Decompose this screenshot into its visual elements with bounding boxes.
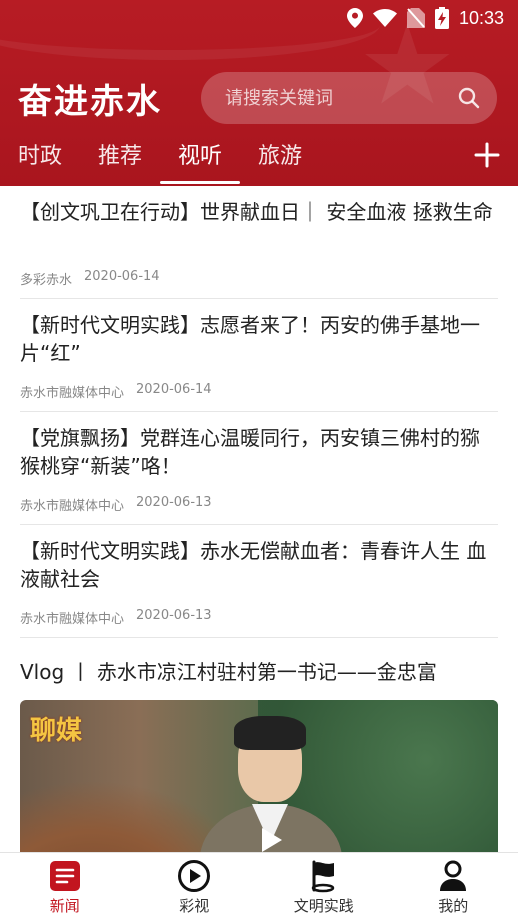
news-date: 2020-06-14	[136, 382, 212, 397]
play-circle-icon	[178, 860, 211, 892]
search-bar[interactable]	[201, 72, 497, 124]
video-title[interactable]: Vlog 丨 赤水市凉江村驻村第一书记——金忠富	[20, 658, 498, 686]
news-meta: 赤水市融媒体中心 2020-06-13	[20, 608, 498, 627]
tab-audiovisual[interactable]: 视听	[160, 138, 241, 186]
news-title[interactable]: 【创文巩卫在行动】世界献血日｜ 安全血液 拯救生命	[20, 198, 498, 254]
news-source: 赤水市融媒体中心	[20, 386, 125, 401]
news-list-item[interactable]: 【创文巩卫在行动】世界献血日｜ 安全血液 拯救生命 多彩赤水 2020-06-1…	[20, 186, 498, 299]
news-title[interactable]: 【新时代文明实践】赤水无偿献血者：青春许人生 血液献社会	[20, 537, 498, 593]
news-date: 2020-06-13	[136, 608, 212, 623]
add-tab-plus-icon[interactable]	[474, 142, 500, 168]
bottom-navigation: 新闻 彩视 文明实践 我的	[0, 852, 518, 922]
news-meta: 赤水市融媒体中心 2020-06-13	[20, 495, 498, 514]
wifi-icon	[372, 9, 397, 27]
tab-recommend[interactable]: 推荐	[80, 138, 160, 186]
search-icon[interactable]	[457, 86, 481, 110]
news-source: 多彩赤水	[20, 273, 73, 288]
news-list-item[interactable]: 【新时代文明实践】赤水无偿献血者：青春许人生 血液献社会 赤水市融媒体中心 20…	[20, 525, 498, 638]
news-meta: 赤水市融媒体中心 2020-06-14	[20, 382, 498, 401]
tab-politics[interactable]: 时政	[0, 138, 80, 186]
nav-profile[interactable]: 我的	[403, 859, 503, 916]
news-source: 赤水市融媒体中心	[20, 612, 125, 627]
flag-icon	[311, 860, 334, 893]
nav-profile-label: 我的	[438, 897, 469, 915]
clock-time: 10:33	[458, 7, 504, 28]
nav-news-label: 新闻	[49, 897, 80, 915]
app-header: ★ 10:33 奋进赤水 时政 推荐 视听 旅游	[0, 0, 518, 186]
news-source: 赤水市融媒体中心	[20, 499, 125, 514]
video-overlay-logo: 聊媒	[30, 716, 83, 746]
news-title[interactable]: 【新时代文明实践】志愿者来了！丙安的佛手基地一片“红”	[20, 311, 498, 367]
search-input[interactable]	[225, 87, 457, 109]
location-icon	[346, 8, 363, 28]
news-date: 2020-06-14	[84, 269, 160, 284]
video-thumbnail[interactable]: 聊媒	[20, 700, 498, 852]
nav-video[interactable]: 彩视	[144, 859, 244, 916]
nav-news[interactable]: 新闻	[15, 859, 115, 916]
news-icon	[49, 861, 80, 891]
news-title[interactable]: 【党旗飘扬】党群连心温暖同行，丙安镇三佛村的猕猴桃穿“新装”咯！	[20, 424, 498, 480]
video-list-item[interactable]: Vlog 丨 赤水市凉江村驻村第一书记——金忠富 聊媒	[20, 638, 498, 852]
nav-civilization[interactable]: 文明实践	[274, 859, 374, 916]
news-meta: 多彩赤水 2020-06-14	[20, 269, 498, 288]
tab-travel[interactable]: 旅游	[240, 138, 320, 186]
thumbnail-person-hair	[234, 716, 306, 750]
battery-charging-icon	[434, 7, 449, 29]
no-sim-icon	[406, 8, 425, 28]
app-title: 奋进赤水	[18, 82, 162, 122]
status-bar: 10:33	[318, 0, 518, 36]
news-date: 2020-06-13	[136, 495, 212, 510]
nav-video-label: 彩视	[179, 897, 210, 915]
nav-civilization-label: 文明实践	[293, 897, 354, 915]
category-tabs: 时政 推荐 视听 旅游	[0, 138, 518, 186]
user-icon	[440, 860, 467, 891]
news-list-item[interactable]: 【新时代文明实践】志愿者来了！丙安的佛手基地一片“红” 赤水市融媒体中心 202…	[20, 299, 498, 412]
news-list-item[interactable]: 【党旗飘扬】党群连心温暖同行，丙安镇三佛村的猕猴桃穿“新装”咯！ 赤水市融媒体中…	[20, 412, 498, 525]
news-feed: 【创文巩卫在行动】世界献血日｜ 安全血液 拯救生命 多彩赤水 2020-06-1…	[0, 186, 518, 852]
play-icon[interactable]	[256, 826, 284, 852]
